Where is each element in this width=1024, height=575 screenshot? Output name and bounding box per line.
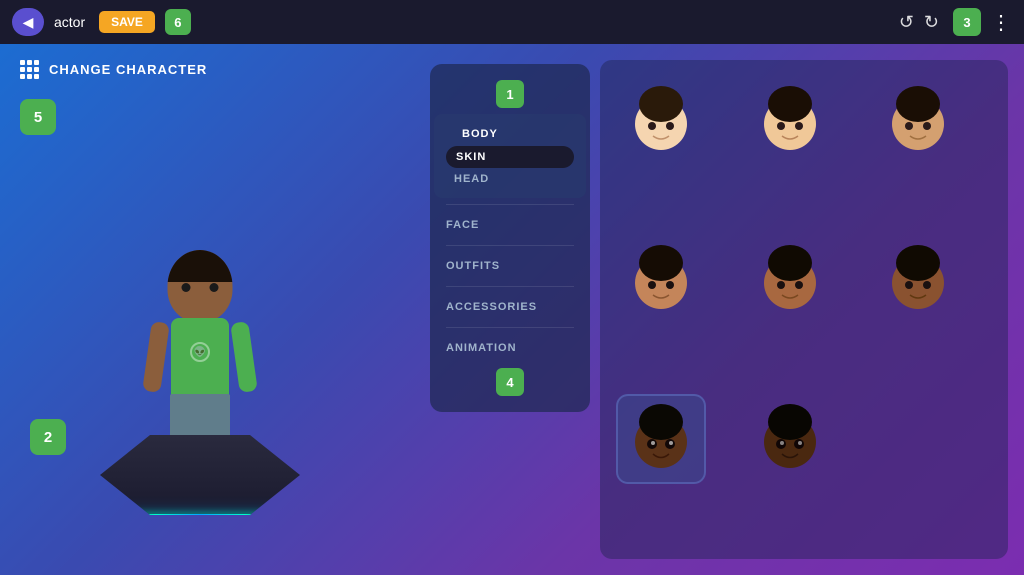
outfits-menu-item[interactable]: OUTFITS bbox=[430, 252, 590, 280]
character-display-area: 👽 bbox=[50, 145, 350, 545]
menu-divider-4 bbox=[446, 327, 574, 328]
grid-icon bbox=[20, 60, 39, 79]
character-arm-left bbox=[142, 321, 170, 393]
hex-platform bbox=[100, 435, 300, 545]
badge-3: 3 bbox=[953, 8, 981, 36]
avatar-item-6[interactable] bbox=[873, 235, 963, 325]
avatar-grid bbox=[600, 60, 1008, 559]
character-platform bbox=[100, 435, 300, 545]
avatar-item-4[interactable] bbox=[616, 235, 706, 325]
redo-button[interactable]: ↻ bbox=[924, 12, 939, 33]
head-menu-item[interactable]: HEAD bbox=[446, 168, 574, 190]
badge-5: 5 bbox=[20, 99, 56, 135]
badge-1: 1 bbox=[496, 80, 524, 108]
more-icon: ⋮ bbox=[991, 12, 1012, 34]
customization-panel: 1 BODY SKIN HEAD FACE OUTFITS ACCESSORIE… bbox=[430, 44, 1024, 575]
category-menu: 1 BODY SKIN HEAD FACE OUTFITS ACCESSORIE… bbox=[430, 64, 590, 412]
body-menu-item[interactable]: BODY bbox=[446, 122, 574, 146]
character-head bbox=[168, 250, 233, 322]
avatar-face-2 bbox=[755, 86, 825, 156]
more-options-button[interactable]: ⋮ bbox=[991, 10, 1012, 35]
avatar-item-1[interactable] bbox=[616, 76, 706, 166]
character-eye-right bbox=[209, 283, 218, 292]
avatar-item-3[interactable] bbox=[873, 76, 963, 166]
avatar-item-7[interactable] bbox=[616, 394, 706, 484]
undo-icon: ↺ bbox=[899, 12, 914, 32]
avatar-face-1 bbox=[626, 86, 696, 156]
character-hair bbox=[168, 250, 233, 282]
avatar-face-7 bbox=[626, 404, 696, 474]
back-button[interactable]: ◀ bbox=[12, 8, 44, 36]
topbar-right-controls: ↺ ↻ 3 ⋮ bbox=[899, 8, 1012, 36]
change-character-label: CHANGE CHARACTER bbox=[49, 62, 207, 77]
accessories-menu-item[interactable]: ACCESSORIES bbox=[430, 293, 590, 321]
main-content: CHANGE CHARACTER 5 👽 bbox=[0, 44, 1024, 575]
undo-button[interactable]: ↺ bbox=[899, 12, 914, 33]
avatar-face-5 bbox=[755, 245, 825, 315]
avatar-face-6 bbox=[883, 245, 953, 315]
avatar-item-5[interactable] bbox=[745, 235, 835, 325]
avatar-face-3 bbox=[883, 86, 953, 156]
hex-top-surface bbox=[100, 435, 300, 515]
face-menu-item[interactable]: FACE bbox=[430, 211, 590, 239]
back-icon: ◀ bbox=[23, 14, 34, 31]
badge-2: 2 bbox=[30, 419, 66, 455]
character-eye-left bbox=[182, 283, 191, 292]
avatar-face-8 bbox=[755, 404, 825, 474]
body-section[interactable]: BODY SKIN HEAD bbox=[434, 114, 586, 198]
menu-divider-3 bbox=[446, 286, 574, 287]
topbar: ◀ actor SAVE 6 ↺ ↻ 3 ⋮ bbox=[0, 0, 1024, 44]
character-preview-panel: CHANGE CHARACTER 5 👽 bbox=[0, 44, 430, 575]
character-arm-right bbox=[230, 321, 258, 393]
avatar-item-2[interactable] bbox=[745, 76, 835, 166]
change-character-header: CHANGE CHARACTER bbox=[20, 60, 207, 79]
avatar-face-4 bbox=[626, 245, 696, 315]
redo-icon: ↻ bbox=[924, 12, 939, 32]
avatar-item-8[interactable] bbox=[745, 394, 835, 484]
project-title: actor bbox=[54, 14, 85, 30]
badge-6: 6 bbox=[165, 9, 191, 35]
skin-menu-item[interactable]: SKIN bbox=[446, 146, 574, 168]
menu-divider-1 bbox=[446, 204, 574, 205]
menu-divider-2 bbox=[446, 245, 574, 246]
save-button[interactable]: SAVE bbox=[99, 11, 155, 33]
animation-menu-item[interactable]: ANIMATION bbox=[430, 334, 590, 362]
badge-4: 4 bbox=[496, 368, 524, 396]
character-body: 👽 bbox=[171, 318, 229, 398]
